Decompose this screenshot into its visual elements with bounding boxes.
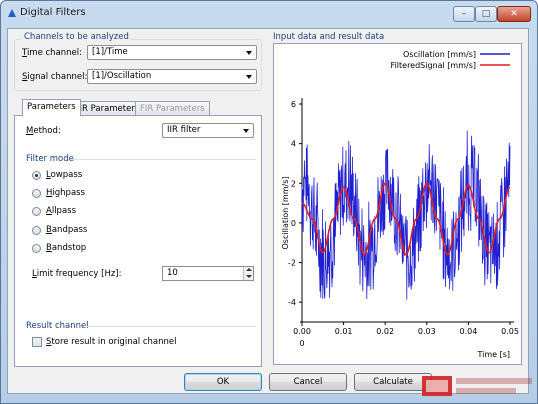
maximize-button[interactable]: □ xyxy=(475,6,497,22)
y-tick-label: -2 xyxy=(288,259,296,268)
oscillation-chart: -4 -2 0 2 4 6 0.00 0.01 0.02 0.03 0.04 0.05 0 Time [s… xyxy=(281,50,519,359)
store-result-checkbox[interactable] xyxy=(32,337,42,347)
signal-channel-select[interactable]: [1]/Oscillation xyxy=(87,69,257,84)
filter-mode-divider xyxy=(70,159,256,160)
radio-button[interactable] xyxy=(32,244,41,253)
filter-mode-label: Filter mode xyxy=(26,154,74,164)
stepper-buttons[interactable] xyxy=(243,267,253,280)
method-value: IIR filter xyxy=(167,125,201,135)
limit-frequency-stepper[interactable]: 10 xyxy=(162,266,254,281)
radio-label-highpass: Highpass xyxy=(46,188,86,198)
chevron-up-icon[interactable] xyxy=(246,268,252,271)
time-channel-label: Time channel: xyxy=(22,48,83,58)
limit-frequency-value: 10 xyxy=(167,268,178,278)
method-select[interactable]: IIR filter xyxy=(162,123,254,138)
chart-panel-label: Input data and result data xyxy=(273,32,385,42)
x-tick-label: 0.04 xyxy=(459,327,477,336)
method-label: Method: xyxy=(26,126,61,136)
y-tick-label: 2 xyxy=(291,179,296,188)
tab-parameters[interactable]: Parameters xyxy=(22,99,81,116)
x-tick-label: 0.05 xyxy=(501,327,519,336)
x-tick-label: 0.03 xyxy=(418,327,436,336)
limit-frequency-label: Limit frequency [Hz]: xyxy=(32,269,122,279)
minimize-icon: – xyxy=(461,9,467,19)
chevron-down-icon[interactable] xyxy=(246,275,252,278)
signal-channel-label: Signal channel: xyxy=(22,72,88,82)
chart-area[interactable]: -4 -2 0 2 4 6 0.00 0.01 0.02 0.03 0.04 0.05 0 Time [s… xyxy=(273,43,522,365)
x-tick-label: 0.00 xyxy=(293,327,311,336)
y-tick-label: 4 xyxy=(291,140,296,149)
tab-fir-parameters[interactable]: FIR Parameters xyxy=(135,101,210,116)
radio-label-allpass: Allpass xyxy=(46,206,77,216)
tab-iir-parameters[interactable]: IIR Parameters xyxy=(72,101,145,116)
radio-button[interactable] xyxy=(32,189,41,198)
window-title: Digital Filters xyxy=(20,7,86,18)
radio-label-bandpass: Bandpass xyxy=(46,225,88,235)
close-icon: ✕ xyxy=(510,9,518,19)
y-tick-label: 6 xyxy=(291,100,296,109)
y-tick-label: 0 xyxy=(291,219,296,228)
y-tick-label: -4 xyxy=(288,298,296,307)
minimize-button[interactable]: – xyxy=(453,6,475,22)
radio-label-lowpass: Lowpass xyxy=(46,170,83,180)
time-channel-select[interactable]: [1]/Time xyxy=(87,45,257,60)
x-origin-label: 0 xyxy=(299,339,304,348)
chevron-down-icon xyxy=(243,129,249,133)
chevron-down-icon xyxy=(246,75,252,79)
channels-group-label: Channels to be analyzed xyxy=(22,32,131,42)
ok-button[interactable]: OK xyxy=(184,373,262,391)
radio-label-bandstop: Bandstop xyxy=(46,243,87,253)
cancel-button[interactable]: Cancel xyxy=(269,373,347,391)
app-icon xyxy=(8,9,16,17)
radio-button[interactable] xyxy=(32,226,41,235)
signal-channel-value: [1]/Oscillation xyxy=(92,71,152,81)
legend-label: Oscillation [mm/s] xyxy=(403,50,476,59)
radio-button-checked[interactable] xyxy=(32,171,41,180)
radio-button[interactable] xyxy=(32,207,41,216)
legend-label: FilteredSignal [mm/s] xyxy=(391,61,476,70)
x-axis-label: Time [s] xyxy=(476,350,510,359)
store-result-label: Store result in original channel xyxy=(46,337,177,347)
x-tick-label: 0.02 xyxy=(376,327,394,336)
close-button[interactable]: ✕ xyxy=(497,6,531,22)
chevron-down-icon xyxy=(246,51,252,55)
time-channel-value: [1]/Time xyxy=(92,47,128,57)
result-channel-label: Result channel xyxy=(26,321,89,331)
result-channel-divider xyxy=(86,326,256,327)
watermark-logo xyxy=(422,376,532,396)
title-bar[interactable]: Digital Filters – □ ✕ xyxy=(1,1,537,27)
series-oscillation-line xyxy=(301,130,511,300)
x-tick-label: 0.01 xyxy=(335,327,353,336)
y-axis-label: Oscillation [mm/s] xyxy=(281,177,290,250)
maximize-icon: □ xyxy=(481,9,491,19)
